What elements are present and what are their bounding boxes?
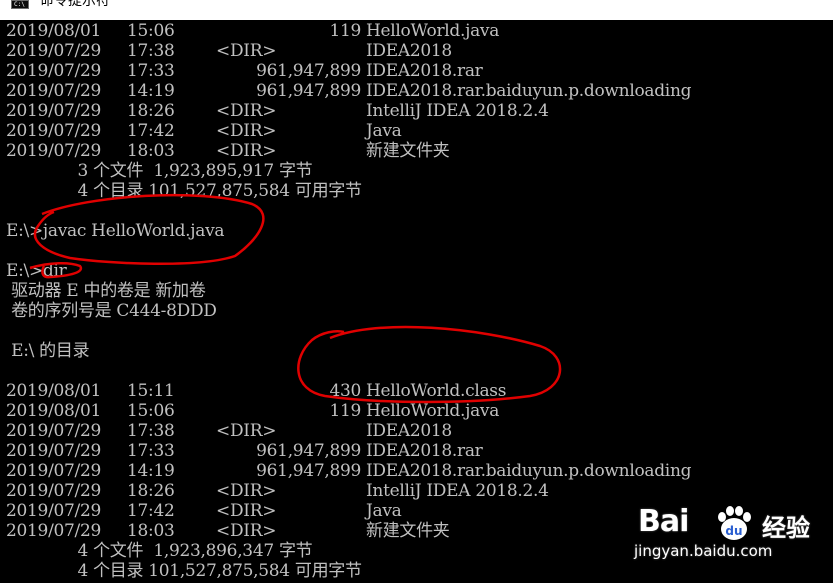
entry-time: 18:26 [127,481,175,501]
entry-time: 17:38 [127,41,175,61]
entry-size: 119 [329,21,361,41]
entry-dir-flag: <DIR> [216,121,277,141]
entry-date: 2019/08/01 [6,381,101,401]
entry-time: 15:11 [127,381,175,401]
entry-date: 2019/07/29 [6,101,101,121]
entry-name: IntelliJ IDEA 2018.2.4 [366,101,549,121]
entry-time: 15:06 [127,21,175,41]
console-line: 4 个目录 101,527,875,584 可用字节 [6,181,362,201]
entry-size: 119 [329,401,361,421]
entry-date: 2019/07/29 [6,121,101,141]
entry-date: 2019/07/29 [6,481,101,501]
entry-date: 2019/07/29 [6,461,101,481]
entry-time: 17:33 [127,441,175,461]
entry-name: IDEA2018.rar [366,441,483,461]
console-line: E:\>javac HelloWorld.java [6,221,225,241]
entry-date: 2019/07/29 [6,41,101,61]
entry-dir-flag: <DIR> [216,521,277,541]
baidu-paw-icon: du [718,506,751,540]
entry-time: 14:19 [127,81,175,101]
entry-date: 2019/07/29 [6,81,101,101]
console-output[interactable]: 2019/08/01 15:06 119 HelloWorld.java 2019/07… [0,20,833,583]
entry-date: 2019/07/29 [6,141,101,161]
entry-name: Java [366,121,402,141]
entry-name: 新建文件夹 [366,521,450,541]
title-bar: C:\ 命令提示符 [0,0,833,20]
entry-name: HelloWorld.class [366,381,507,401]
entry-size: 961,947,899 [256,461,361,481]
entry-size: 961,947,899 [256,61,361,81]
console-line: 驱动器 E 中的卷是 新加卷 [6,281,206,301]
console-line: E:\>dir [6,261,67,281]
entry-time: 15:06 [127,401,175,421]
entry-name: Java [366,501,402,521]
console-line: 3 个文件 1,923,895,917 字节 [6,161,313,181]
entry-time: 17:42 [127,501,175,521]
entry-time: 18:03 [127,521,175,541]
entry-dir-flag: <DIR> [216,481,277,501]
entry-name: IntelliJ IDEA 2018.2.4 [366,481,549,501]
window-title: 命令提示符 [40,0,110,9]
entry-dir-flag: <DIR> [216,421,277,441]
console-line: E:\ 的目录 [6,341,90,361]
entry-date: 2019/07/29 [6,521,101,541]
entry-name: 新建文件夹 [366,141,450,161]
entry-dir-flag: <DIR> [216,41,277,61]
console-line: 卷的序列号是 C444-8DDD [6,301,217,321]
baidu-jingyan-watermark: du Bai 经验 jingyan.baidu.com [628,500,828,580]
entry-name: IDEA2018 [366,421,452,441]
watermark-url: jingyan.baidu.com [634,542,773,560]
entry-size: 430 [329,381,361,401]
entry-name: IDEA2018.rar [366,61,483,81]
entry-time: 14:19 [127,461,175,481]
console-line: 4 个目录 101,527,875,584 可用字节 [6,561,362,581]
baidu-paw-text: du [725,524,742,538]
entry-date: 2019/07/29 [6,441,101,461]
entry-size: 961,947,899 [256,441,361,461]
entry-name: HelloWorld.java [366,21,500,41]
entry-dir-flag: <DIR> [216,141,277,161]
watermark-brand-right: 经验 [762,514,810,542]
entry-date: 2019/08/01 [6,401,101,421]
entry-name: IDEA2018.rar.baiduyun.p.downloading [366,81,692,101]
entry-name: IDEA2018 [366,41,452,61]
watermark-brand-left: Bai [638,504,689,539]
entry-time: 17:33 [127,61,175,81]
entry-time: 18:03 [127,141,175,161]
entry-time: 17:42 [127,121,175,141]
entry-date: 2019/07/29 [6,421,101,441]
entry-name: HelloWorld.java [366,401,500,421]
entry-size: 961,947,899 [256,81,361,101]
entry-date: 2019/07/29 [6,61,101,81]
console-line: 4 个文件 1,923,896,347 字节 [6,541,313,561]
entry-date: 2019/08/01 [6,21,101,41]
entry-time: 17:38 [127,421,175,441]
entry-date: 2019/07/29 [6,501,101,521]
console-icon: C:\ [11,0,29,9]
entry-dir-flag: <DIR> [216,101,277,121]
entry-name: IDEA2018.rar.baiduyun.p.downloading [366,461,692,481]
entry-time: 18:26 [127,101,175,121]
entry-dir-flag: <DIR> [216,501,277,521]
